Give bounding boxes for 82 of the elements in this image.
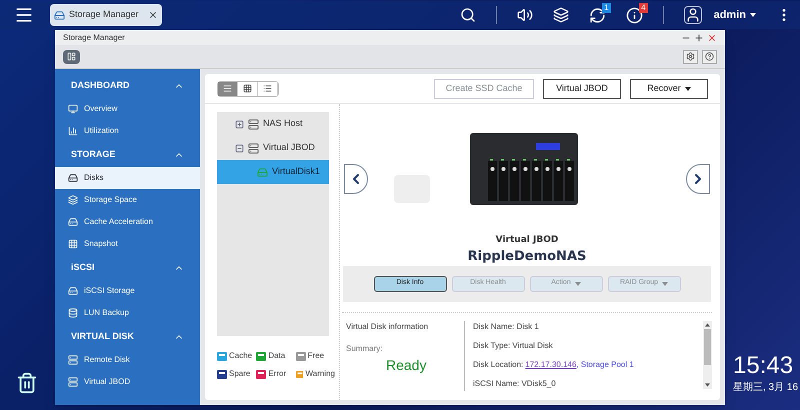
device-type: Virtual JBOD [494,234,560,247]
scroll-down-icon[interactable] [705,382,710,386]
legend-label: Error [268,368,286,380]
notification-badge: 4 [639,2,648,12]
user-menu[interactable]: admin [714,6,756,24]
sidebar-item[interactable]: iSCSI Storage [55,280,200,302]
panel-icon [67,52,76,61]
enclosure-icon [248,142,259,154]
layers-icon [68,195,78,205]
enclosure-icon [248,118,259,130]
close-icon[interactable] [148,10,158,20]
action-button[interactable]: Virtual JBOD [543,78,621,98]
speaker-icon[interactable] [516,7,533,23]
legend-label: Cache [229,350,252,362]
bar-chart-icon [68,126,78,136]
storage-icon [54,10,65,20]
status-text: Ready [386,356,428,375]
next-button[interactable] [686,164,710,194]
server-icon [68,355,78,365]
window-title: Storage Manager [63,32,125,44]
app-tab[interactable]: Storage Manager [50,4,162,26]
section-header[interactable]: STORAGE [55,142,200,167]
recycle-bin-icon[interactable] [16,370,38,396]
sidebar-item[interactable]: Storage Space [55,189,200,211]
info-title: Virtual Disk information [346,320,430,332]
maximize-icon[interactable] [694,32,704,42]
action-button[interactable]: Recover [630,78,708,98]
sync-icon[interactable] [588,6,606,24]
info-line: iSCSI Name: VDisk5_0 [473,378,557,390]
sidebar-item[interactable]: Remote Disk [55,349,200,371]
sidebar-item[interactable]: Snapshot [55,233,200,255]
clock-time: 15:43 [733,352,794,380]
tree-item[interactable]: NAS Host [217,112,329,136]
previous-button[interactable] [344,164,368,194]
sidebar-item[interactable]: Virtual JBOD [55,371,200,393]
legend-label: Free [308,350,324,362]
grid-icon [68,239,78,249]
section-header[interactable]: DASHBOARD [55,73,200,98]
server-icon [68,377,78,387]
pool-link[interactable]: , Storage Pool 1 [576,358,634,370]
legend-label: Spare [229,368,250,380]
ip-link[interactable]: 172.17.30.146 [525,358,576,370]
caret-icon [750,13,756,17]
help-icon [705,52,714,61]
stack-icon[interactable] [552,7,569,23]
tab-title: Storage Manager [69,8,139,22]
sidebar-item[interactable]: Overview [55,98,200,120]
summary-label: Summary: [346,342,384,354]
sidebar-item[interactable]: Utilization [55,120,200,142]
clock-date: 星期三, 3月 16 [733,380,798,395]
sidebar-item[interactable]: Cache Acceleration [55,211,200,233]
help-button[interactable] [702,50,717,64]
user-icon[interactable] [684,6,702,24]
notification-badge: 1 [602,2,611,12]
drive-icon [68,217,78,227]
panel-toggle-button[interactable] [63,50,80,64]
drive-icon [68,286,78,296]
info-line: Disk Location: [473,358,524,370]
scroll-up-icon[interactable] [705,322,710,326]
section-header[interactable]: VIRTUAL DISK [55,324,200,349]
section-header[interactable]: iSCSI [55,255,200,280]
device-name: RippleDemoNAS [466,248,588,266]
expand-icon[interactable] [235,120,244,128]
grid-view-icon [243,84,252,93]
rows-view-icon [223,84,232,93]
list-view-icon [263,84,272,93]
monitor-icon [68,104,78,114]
info-line: Disk Name: Disk 1 [473,320,540,332]
info-icon[interactable] [626,6,643,24]
settings-icon [686,52,695,61]
search-icon[interactable] [460,7,476,23]
database-icon [68,308,78,318]
sidebar-item[interactable]: LUN Backup [55,302,200,324]
collapse-icon[interactable] [235,144,244,152]
legend-label: Warning [305,368,335,380]
tree-item[interactable]: VirtualDisk1 [217,160,329,184]
scrollbar[interactable] [703,320,712,388]
sidebar-item[interactable]: Disks [55,167,200,189]
legend-label: Data [268,350,286,362]
settings-button[interactable] [683,50,698,64]
info-line: Disk Type: Virtual Disk [473,340,554,352]
tree-item[interactable]: Virtual JBOD [217,136,329,160]
